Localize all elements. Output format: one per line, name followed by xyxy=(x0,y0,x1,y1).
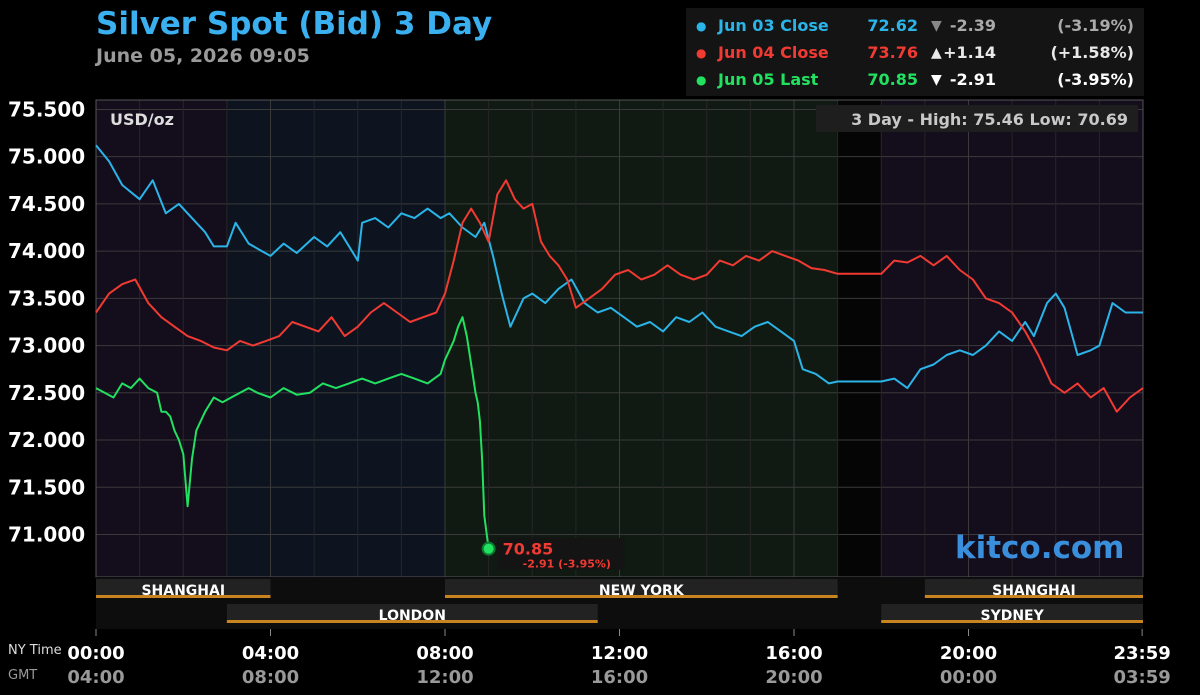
y-tick-label: 72.500 xyxy=(8,381,85,405)
x-tick-label-gmt: 00:00 xyxy=(940,667,997,688)
session-label: SHANGHAI xyxy=(992,583,1076,599)
y-tick-label: 75.500 xyxy=(8,97,85,121)
x-tick-label-ny: 16:00 xyxy=(765,643,822,664)
x-tick-label-ny: 12:00 xyxy=(591,643,648,664)
last-value-label: 70.85 xyxy=(503,540,554,559)
x-tick-label-ny: 00:00 xyxy=(67,643,124,664)
session-label: NEW YORK xyxy=(599,583,685,599)
session-label: SYDNEY xyxy=(980,608,1044,624)
x-tick-label-ny: 08:00 xyxy=(416,643,473,664)
x-tick-label-gmt: 08:00 xyxy=(242,667,299,688)
last-change-label: -2.91 (-3.95%) xyxy=(523,558,611,571)
session-label: LONDON xyxy=(379,608,446,624)
session-shading xyxy=(837,100,882,577)
x-tick-label-gmt: 16:00 xyxy=(591,667,648,688)
unit-label: USD/oz xyxy=(110,110,174,129)
x-row-label-gmt: GMT xyxy=(8,668,37,683)
brand-watermark: kitco.com xyxy=(955,530,1125,566)
x-row-label-ny: NY Time xyxy=(8,643,62,658)
y-tick-label: 74.500 xyxy=(8,192,85,216)
x-tick-label-gmt: 03:59 xyxy=(1113,667,1170,688)
y-tick-label: 73.500 xyxy=(8,286,85,310)
x-tick-label-gmt: 20:00 xyxy=(765,667,822,688)
session-label: SHANGHAI xyxy=(141,583,225,599)
y-tick-label: 72.000 xyxy=(8,428,85,452)
range-label: 3 Day - High: 75.46 Low: 70.69 xyxy=(851,110,1128,129)
x-tick-label-gmt: 12:00 xyxy=(416,667,473,688)
x-tick-label-gmt: 04:00 xyxy=(67,667,124,688)
y-tick-label: 73.000 xyxy=(8,334,85,358)
x-tick-label-ny: 23:59 xyxy=(1113,643,1170,664)
x-tick-label-ny: 04:00 xyxy=(242,643,299,664)
session-shading xyxy=(445,100,838,577)
session-shading xyxy=(226,100,445,577)
y-tick-label: 75.000 xyxy=(8,145,85,169)
x-tick-label-ny: 20:00 xyxy=(940,643,997,664)
y-tick-label: 71.000 xyxy=(8,522,85,546)
y-tick-label: 74.000 xyxy=(8,239,85,263)
chart-canvas: 75.500 75.000 74.500 74.000 73.500 73.000 72.5… xyxy=(8,97,1171,688)
last-point-marker xyxy=(481,541,496,556)
y-tick-label: 71.500 xyxy=(8,475,85,499)
